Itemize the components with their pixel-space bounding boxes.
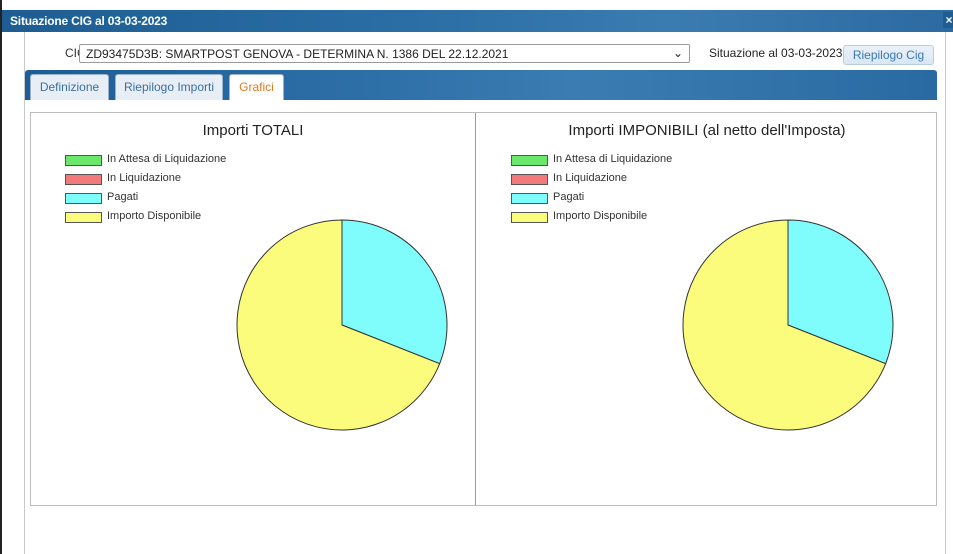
tab-strip: Definizione Riepilogo Importi Grafici (25, 70, 937, 100)
chevron-down-icon: ⌄ (672, 46, 683, 60)
close-icon[interactable]: × (943, 12, 953, 28)
pie-chart (682, 219, 894, 431)
pie-chart (236, 219, 448, 431)
title-bar: Situazione CIG al 03-03-2023 × (2, 10, 953, 32)
situazione-label: Situazione al 03-03-2023 (709, 46, 843, 60)
window: Situazione CIG al 03-03-2023 × CIG ZD934… (0, 0, 953, 554)
cig-select[interactable]: ZD93475D3B: SMARTPOST GENOVA - DETERMINA… (79, 44, 690, 63)
cig-row: CIG ZD93475D3B: SMARTPOST GENOVA - DETER… (25, 32, 947, 68)
riepilogo-cig-button[interactable]: Riepilogo Cig (843, 45, 934, 65)
tab-riepilogo-importi[interactable]: Riepilogo Importi (115, 74, 223, 100)
window-title: Situazione CIG al 03-03-2023 (10, 14, 168, 28)
chart-importi-totali: Importi TOTALI In Attesa di Liquidazione… (31, 113, 476, 505)
cig-selected-value: ZD93475D3B: SMARTPOST GENOVA - DETERMINA… (86, 47, 509, 61)
chart-importi-imponibili: Importi IMPONIBILI (al netto dell'Impost… (477, 113, 937, 505)
charts-area: Importi TOTALI In Attesa di Liquidazione… (30, 112, 937, 506)
tab-grafici[interactable]: Grafici (229, 74, 284, 100)
main-panel: CIG ZD93475D3B: SMARTPOST GENOVA - DETER… (24, 32, 946, 554)
tab-definizione[interactable]: Definizione (30, 74, 109, 100)
